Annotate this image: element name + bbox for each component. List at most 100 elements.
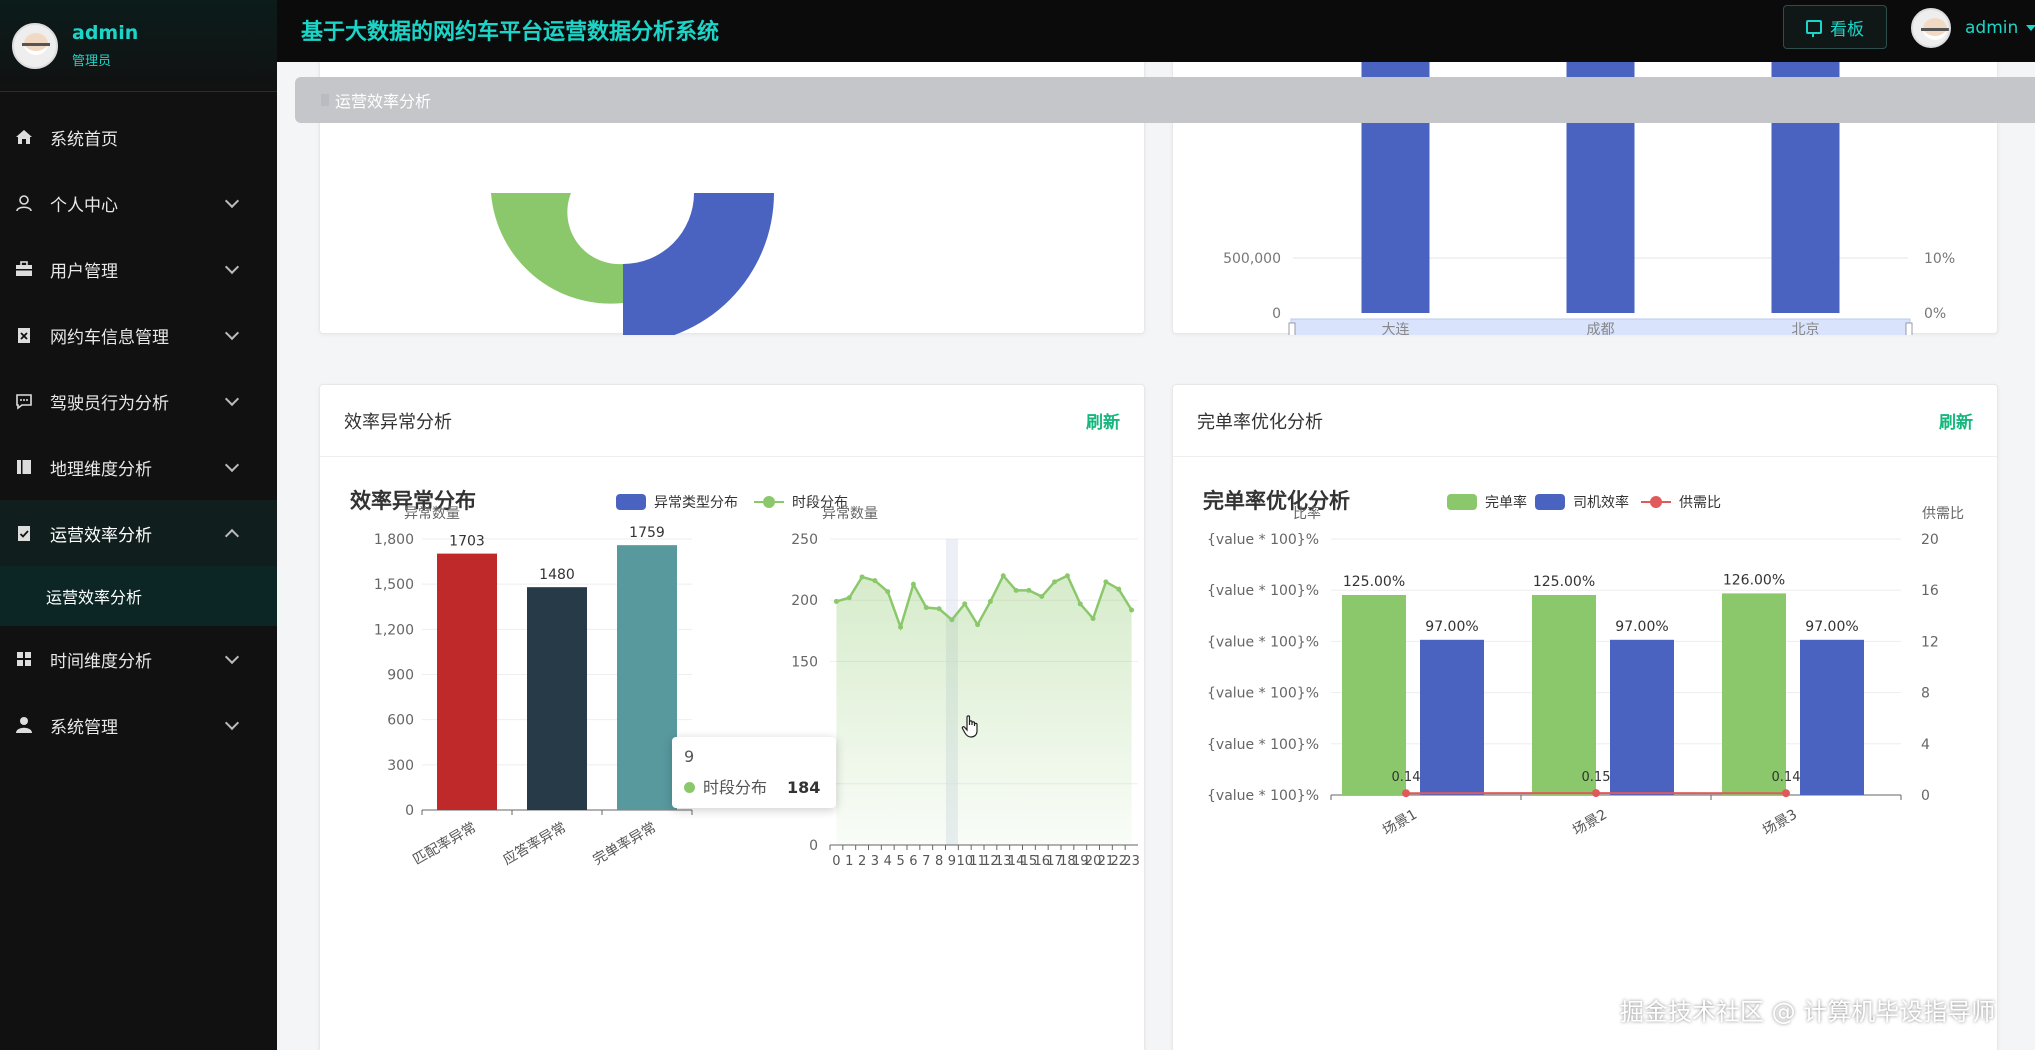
data-label: 1480 [539, 567, 575, 583]
anomaly-card: 效率异常分析 刷新 效率异常分布 异常类型分布 时段分布 异常数量 0 300 600 90… [319, 384, 1145, 1050]
data-point [1592, 789, 1600, 798]
legend-swatch [1535, 494, 1565, 510]
sidebar-item-profile[interactable]: 个人中心 [0, 170, 277, 236]
user-menu[interactable]: admin [1911, 8, 2035, 48]
sidebar-item-car-info[interactable]: 网约车信息管理 [0, 302, 277, 368]
sidebar-item-system[interactable]: 系统管理 [0, 692, 277, 758]
completion-card: 完单率优化分析 刷新 完单率优化分析 完单率 司机效率 供需比 比率 供需比 {value… [1172, 384, 1998, 1050]
sidebar-item-label: 运营效率分析 [50, 525, 152, 546]
x-tick-label: 0 [832, 854, 840, 869]
donut-slice-blue [623, 193, 774, 335]
sidebar-item-home[interactable]: 系统首页 [0, 104, 277, 170]
tooltip-header: 9 [684, 747, 695, 766]
page-title: 基于大数据的网约车平台运营数据分析系统 [301, 20, 720, 45]
data-label: 0.15 [1582, 770, 1611, 785]
brand: admin 管理员 [0, 0, 277, 92]
x-tick-label: 2 [858, 854, 866, 869]
sidebar-subitem-ops-efficiency[interactable]: 运营效率分析 [0, 566, 277, 626]
data-point [1052, 579, 1058, 585]
x-tick-label: 场景3 [1760, 807, 1800, 839]
chevron-down-icon [224, 259, 240, 275]
data-point [910, 581, 916, 587]
sidebar-item-ops-efficiency[interactable]: 运营效率分析 [0, 500, 277, 566]
chevron-down-icon [224, 391, 240, 407]
x-tick-label: 场景1 [1380, 807, 1420, 839]
x-tick-label: 4 [884, 854, 892, 869]
datazoom-handle [1288, 322, 1296, 335]
y-tick-label: 900 [387, 668, 414, 684]
data-label: 0.14 [1772, 770, 1801, 785]
data-point [975, 622, 981, 628]
bar [1342, 595, 1406, 795]
home-icon [14, 127, 34, 147]
board-button[interactable]: 看板 [1783, 5, 1887, 49]
x-tick-label: 3 [871, 854, 879, 869]
data-label: 125.00% [1343, 574, 1405, 590]
x-tick-label: 北京 [1792, 322, 1820, 335]
data-point [833, 598, 839, 604]
sidebar-menu: 系统首页 个人中心 用户管理 网约车信息管理 驾驶员行为分析 地理维度分析 运营… [0, 104, 277, 758]
y-tick-label: 250 [791, 532, 818, 548]
sidebar-item-geo-analysis[interactable]: 地理维度分析 [0, 434, 277, 500]
data-label: 1703 [449, 534, 485, 550]
watermark: 掘金技术社区 @ 计算机毕设指导师 [1620, 998, 1996, 1026]
y-tick-label: {value * 100}% [1207, 634, 1319, 650]
data-point [898, 624, 904, 630]
chart-tooltip: 9 时段分布 184 [672, 737, 836, 808]
data-point [885, 589, 891, 595]
sidebar-item-driver-behavior[interactable]: 驾驶员行为分析 [0, 368, 277, 434]
bar [1610, 639, 1674, 795]
legend-label: 供需比 [1679, 495, 1721, 511]
y-tick-label: {value * 100}% [1207, 583, 1319, 599]
chevron-down-icon [224, 457, 240, 473]
x-tick-label: 1 [845, 854, 853, 869]
x-tick-label: 匹配率异常 [410, 819, 479, 869]
x-tick-label: 23 [1123, 854, 1140, 869]
grid-icon [14, 649, 34, 669]
chevron-down-icon [224, 193, 240, 209]
y-tick-label: 1,800 [374, 532, 414, 548]
chevron-down-icon [224, 649, 240, 665]
data-point [1077, 601, 1083, 607]
data-point [987, 598, 993, 604]
tooltip-value: 184 [787, 778, 821, 797]
x-tick-label: 8 [935, 854, 943, 869]
data-point [1013, 587, 1019, 593]
refresh-button[interactable]: 刷新 [1086, 408, 1120, 433]
completion-chart: 完单率 司机效率 供需比比率 供需比{value * 100}% 0{value * 1… [1207, 494, 1964, 839]
y-tick-label: 150 [791, 654, 818, 670]
legend-label: 司机效率 [1573, 494, 1629, 511]
chat-icon [14, 391, 34, 411]
y-tick-label: 500,000 [1223, 251, 1281, 267]
x-tick-label: 5 [896, 854, 904, 869]
x-tick-label: 场景2 [1570, 807, 1610, 839]
y-tick-label: 8 [1921, 686, 1930, 702]
briefcase-icon [14, 259, 34, 279]
sidebar-item-label: 系统首页 [50, 129, 118, 150]
avatar[interactable] [12, 22, 58, 69]
y-tick-label: {value * 100}% [1207, 788, 1319, 804]
x-tick-label: 6 [909, 854, 917, 869]
sidebar-item-time-analysis[interactable]: 时间维度分析 [0, 626, 277, 692]
sidebar-item-label: 个人中心 [50, 195, 118, 216]
data-point [846, 595, 852, 601]
sidebar-item-label: 地理维度分析 [50, 459, 152, 480]
person-icon [14, 715, 34, 735]
x-tick-label: 大连 [1382, 322, 1410, 335]
legend-label: 完单率 [1485, 494, 1527, 511]
y-tick-label: 4 [1921, 737, 1930, 753]
legend-swatch [616, 494, 646, 510]
y-tick-label: 600 [387, 713, 414, 729]
brand-name: admin [72, 22, 139, 44]
y-tick-label: 0 [809, 838, 818, 854]
data-label: 125.00% [1533, 574, 1595, 590]
data-label: 97.00% [1615, 619, 1668, 635]
bar [1532, 595, 1596, 795]
sidebar-item-users[interactable]: 用户管理 [0, 236, 277, 302]
clipboard-x-icon [14, 325, 34, 345]
y-tick-label: 0% [1924, 306, 1946, 322]
refresh-button[interactable]: 刷新 [1939, 408, 1973, 433]
data-label: 126.00% [1723, 572, 1785, 588]
tooltip-series: 时段分布 [703, 778, 768, 797]
y-tick-label: 20 [1921, 532, 1939, 548]
